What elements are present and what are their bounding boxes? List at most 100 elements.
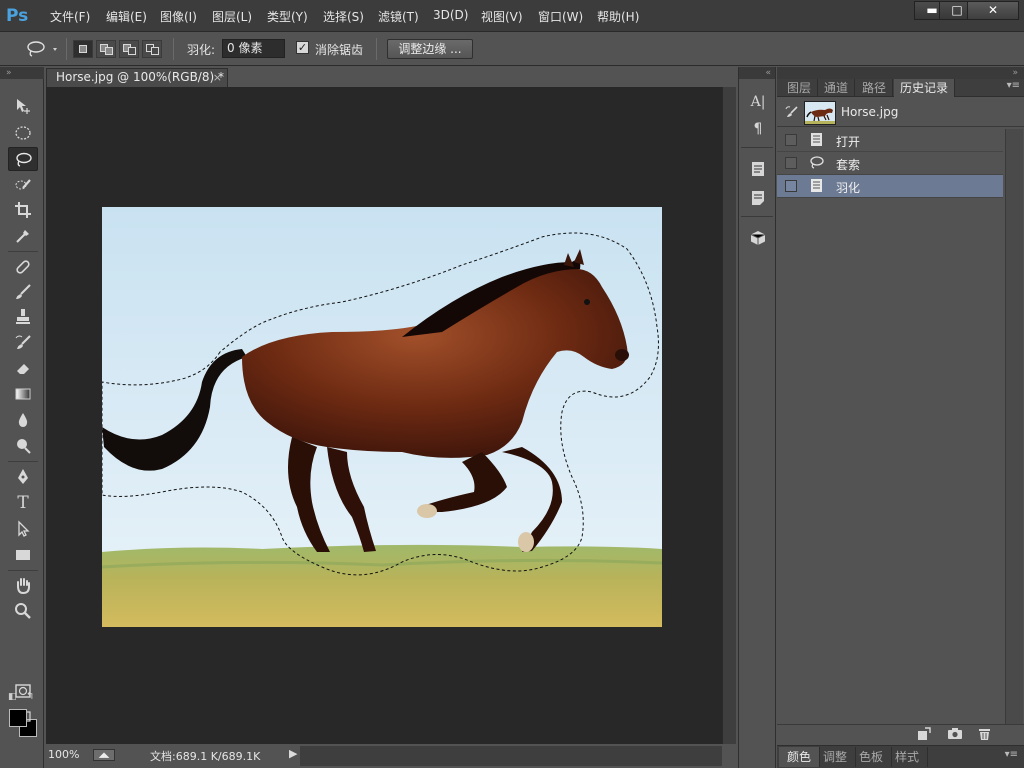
history-source-checkbox[interactable] bbox=[785, 157, 797, 169]
document-tab[interactable]: Horse.jpg @ 100%(RGB/8) * × bbox=[46, 68, 228, 87]
document-size: 文档:689.1 K/689.1K bbox=[150, 750, 261, 763]
move-icon[interactable] bbox=[8, 94, 38, 118]
character-icon[interactable]: A| bbox=[746, 91, 770, 113]
zoom-icon[interactable] bbox=[8, 599, 38, 623]
tab-color[interactable]: 颜色 bbox=[779, 747, 821, 767]
notes-icon[interactable] bbox=[746, 158, 770, 180]
panel-scrollbar[interactable] bbox=[1005, 129, 1023, 725]
antialias-label: 消除锯齿 bbox=[315, 43, 364, 57]
history-brush-source-icon[interactable] bbox=[785, 105, 799, 119]
history-state[interactable]: 打开 bbox=[777, 129, 1003, 152]
menu-filter[interactable]: 滤镜(T) bbox=[378, 8, 419, 25]
history-source-checkbox[interactable] bbox=[785, 134, 797, 146]
tab-swatches[interactable]: 色板 bbox=[851, 747, 893, 767]
separator bbox=[376, 38, 377, 60]
new-snapshot-icon[interactable] bbox=[946, 727, 964, 743]
snapshot-label: Horse.jpg bbox=[841, 105, 899, 119]
menu-help[interactable]: 帮助(H) bbox=[597, 8, 639, 25]
brush-icon[interactable] bbox=[8, 280, 38, 304]
tool-preset-picker[interactable] bbox=[22, 39, 64, 59]
menu-3d[interactable]: 3D(D) bbox=[433, 8, 468, 22]
rectangle-icon[interactable] bbox=[8, 543, 38, 567]
tools-panel: » T ◧ ↰ bbox=[0, 67, 44, 768]
menu-view[interactable]: 视图(V) bbox=[481, 8, 523, 25]
collapsed-panel-dock: « A| ¶ bbox=[738, 67, 776, 768]
tab-adjustments[interactable]: 调整 bbox=[815, 747, 857, 767]
document-icon bbox=[808, 178, 824, 194]
horizontal-scrollbar[interactable] bbox=[300, 746, 722, 766]
history-state-label: 打开 bbox=[836, 135, 861, 149]
zoom-level[interactable]: 100% bbox=[48, 748, 79, 761]
eraser-icon[interactable] bbox=[8, 356, 38, 380]
history-state-selected[interactable]: 羽化 bbox=[777, 175, 1003, 198]
crop-icon[interactable] bbox=[8, 198, 38, 222]
history-snapshot[interactable]: Horse.jpg bbox=[777, 99, 1024, 127]
elliptical-marquee-icon[interactable] bbox=[8, 121, 38, 145]
panel-collapse-icon[interactable]: « bbox=[739, 67, 775, 79]
properties-icon[interactable] bbox=[746, 187, 770, 209]
menu-layer[interactable]: 图层(L) bbox=[212, 8, 252, 25]
history-state-label: 羽化 bbox=[836, 181, 861, 195]
menu-file[interactable]: 文件(F) bbox=[50, 8, 90, 25]
delete-state-icon[interactable] bbox=[975, 727, 993, 743]
lasso-icon bbox=[808, 155, 824, 171]
close-button[interactable]: ✕ bbox=[967, 1, 1019, 20]
add-to-selection-button[interactable] bbox=[96, 40, 116, 58]
new-document-from-state-icon[interactable] bbox=[915, 727, 933, 743]
path-selection-icon[interactable] bbox=[8, 517, 38, 541]
history-source-checkbox[interactable] bbox=[785, 180, 797, 192]
eyedropper-icon[interactable] bbox=[8, 224, 38, 248]
document-tab-title: Horse.jpg @ 100%(RGB/8) * bbox=[56, 70, 224, 84]
status-menu-arrow-icon[interactable]: ▶ bbox=[289, 747, 297, 760]
panel-footer bbox=[777, 724, 1024, 744]
history-brush-icon[interactable] bbox=[8, 331, 38, 355]
menu-bar: Ps 文件(F) 编辑(E) 图像(I) 图层(L) 类型(Y) 选择(S) 滤… bbox=[0, 0, 1024, 32]
tab-layers[interactable]: 图层 bbox=[781, 79, 819, 97]
menu-window[interactable]: 窗口(W) bbox=[538, 8, 583, 25]
healing-brush-icon[interactable] bbox=[8, 255, 38, 279]
blur-icon[interactable] bbox=[8, 408, 38, 432]
separator bbox=[8, 570, 38, 571]
history-state[interactable]: 套索 bbox=[777, 152, 1003, 175]
panel-menu-icon[interactable]: ▾≡ bbox=[1005, 749, 1018, 760]
menu-edit[interactable]: 编辑(E) bbox=[106, 8, 147, 25]
export-icon[interactable]: ◢◣ bbox=[93, 749, 115, 761]
lasso-icon[interactable] bbox=[8, 147, 38, 171]
pen-icon[interactable] bbox=[8, 465, 38, 489]
feather-input[interactable]: 0 像素 bbox=[222, 39, 285, 58]
quick-mask-icon[interactable] bbox=[8, 679, 38, 703]
hand-icon[interactable] bbox=[8, 574, 38, 598]
quick-selection-icon[interactable] bbox=[8, 173, 38, 197]
clone-stamp-icon[interactable] bbox=[8, 305, 38, 329]
vertical-scrollbar[interactable] bbox=[722, 87, 736, 744]
antialias-checkbox[interactable]: ✓ bbox=[296, 41, 309, 54]
tab-paths[interactable]: 路径 bbox=[856, 79, 894, 97]
menu-select[interactable]: 选择(S) bbox=[323, 8, 364, 25]
intersect-selection-button[interactable] bbox=[142, 40, 162, 58]
close-icon[interactable]: × bbox=[213, 69, 222, 86]
bottom-panel-tabs: 颜色 调整 色板 样式 ▾≡ bbox=[777, 745, 1024, 768]
panel-collapse-icon[interactable]: » bbox=[0, 67, 44, 79]
history-list: 打开 套索 羽化 bbox=[777, 129, 1024, 198]
3d-icon[interactable] bbox=[746, 227, 770, 249]
menu-image[interactable]: 图像(I) bbox=[160, 8, 197, 25]
type-icon[interactable]: T bbox=[8, 491, 38, 515]
menu-type[interactable]: 类型(Y) bbox=[267, 8, 308, 25]
history-state-label: 套索 bbox=[836, 158, 861, 172]
tab-styles[interactable]: 样式 bbox=[887, 747, 929, 767]
refine-edge-button[interactable]: 调整边缘 ... bbox=[387, 39, 473, 59]
panel-collapse-icon[interactable]: » bbox=[777, 67, 1024, 79]
foreground-color-swatch[interactable] bbox=[9, 709, 27, 727]
gradient-icon[interactable] bbox=[8, 382, 38, 406]
separator bbox=[8, 461, 38, 462]
tab-channels[interactable]: 通道 bbox=[818, 79, 856, 97]
history-panel: 图层 通道 路径 历史记录 ▾≡ Horse.jpg 打开 套索 羽化 bbox=[777, 79, 1024, 744]
horse-image bbox=[102, 207, 662, 627]
panel-menu-icon[interactable]: ▾≡ bbox=[1007, 80, 1020, 91]
paragraph-icon[interactable]: ¶ bbox=[746, 118, 770, 140]
lasso-icon bbox=[27, 41, 57, 57]
subtract-from-selection-button[interactable] bbox=[119, 40, 139, 58]
new-selection-button[interactable] bbox=[73, 40, 93, 58]
tab-history[interactable]: 历史记录 bbox=[894, 79, 956, 97]
dodge-icon[interactable] bbox=[8, 434, 38, 458]
